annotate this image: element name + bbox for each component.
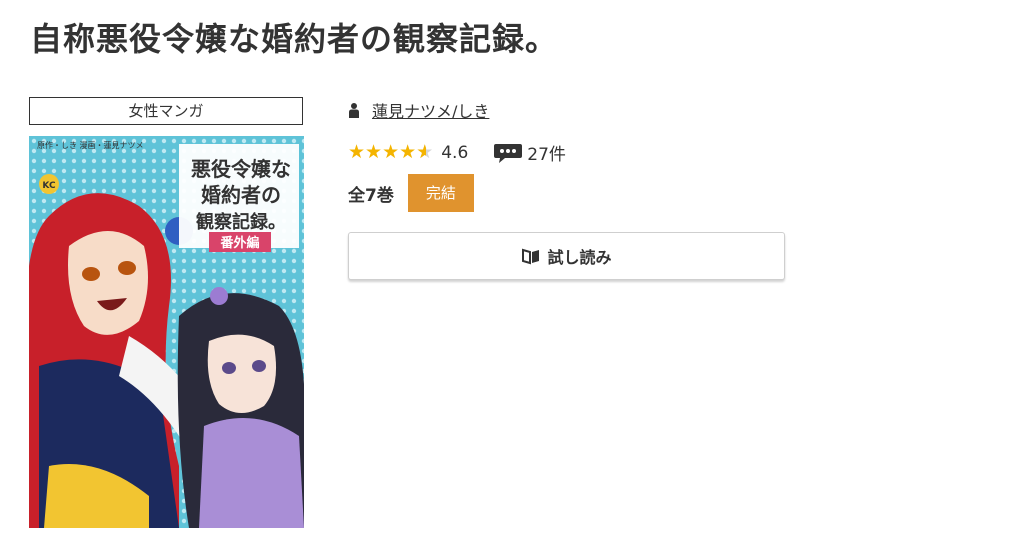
star-icon: ★ (382, 141, 400, 163)
volume-row: 全7巻 完結 (348, 174, 474, 212)
star-icon: ★ (348, 141, 366, 163)
svg-text:KC: KC (42, 181, 56, 191)
rating-row: ★ ★ ★ ★ ★ 4.6 27件 (348, 140, 566, 166)
status-badge: 完結 (407, 174, 474, 212)
trial-read-button[interactable]: 試し読み (348, 232, 785, 280)
rating-value: 4.6 (441, 142, 469, 163)
trial-read-label: 試し読み (547, 250, 612, 267)
author-link[interactable]: 蓮見ナツメ/しき (372, 98, 489, 122)
cover-title-line2: 婚約者の (201, 183, 281, 207)
cover-title-line1: 悪役令嬢な (191, 157, 291, 181)
author-row: 蓮見ナツメ/しき (348, 96, 788, 124)
person-icon (349, 103, 359, 118)
page-title: 自称悪役令嬢な婚約者の観察記録。 (30, 20, 559, 58)
open-book-icon (522, 248, 540, 265)
speech-bubble-icon[interactable] (493, 142, 523, 164)
category-label[interactable]: 女性マンガ (29, 97, 303, 125)
half-star-icon: ★ (416, 143, 433, 163)
cover-title-line3: 観察記録。 (196, 211, 286, 233)
star-rating: ★ ★ ★ ★ ★ (348, 141, 433, 163)
review-count-link[interactable]: 27件 (527, 140, 566, 165)
cover-credits: 原作・しき 漫画・蓮見ナツメ (37, 140, 144, 150)
star-icon: ★ (399, 141, 417, 163)
book-cover-image[interactable]: 悪役令嬢な 婚約者の 観察記録。 番外編 原作・しき 漫画・蓮見ナツメ KC (29, 136, 304, 528)
star-icon: ★ (365, 141, 383, 163)
volume-count: 全7巻 (348, 185, 394, 206)
book-info-panel: 蓮見ナツメ/しき ★ ★ ★ ★ ★ 4.6 27件 全7巻 完結 試し読み (348, 96, 788, 280)
cover-subtitle: 番外編 (219, 235, 259, 251)
